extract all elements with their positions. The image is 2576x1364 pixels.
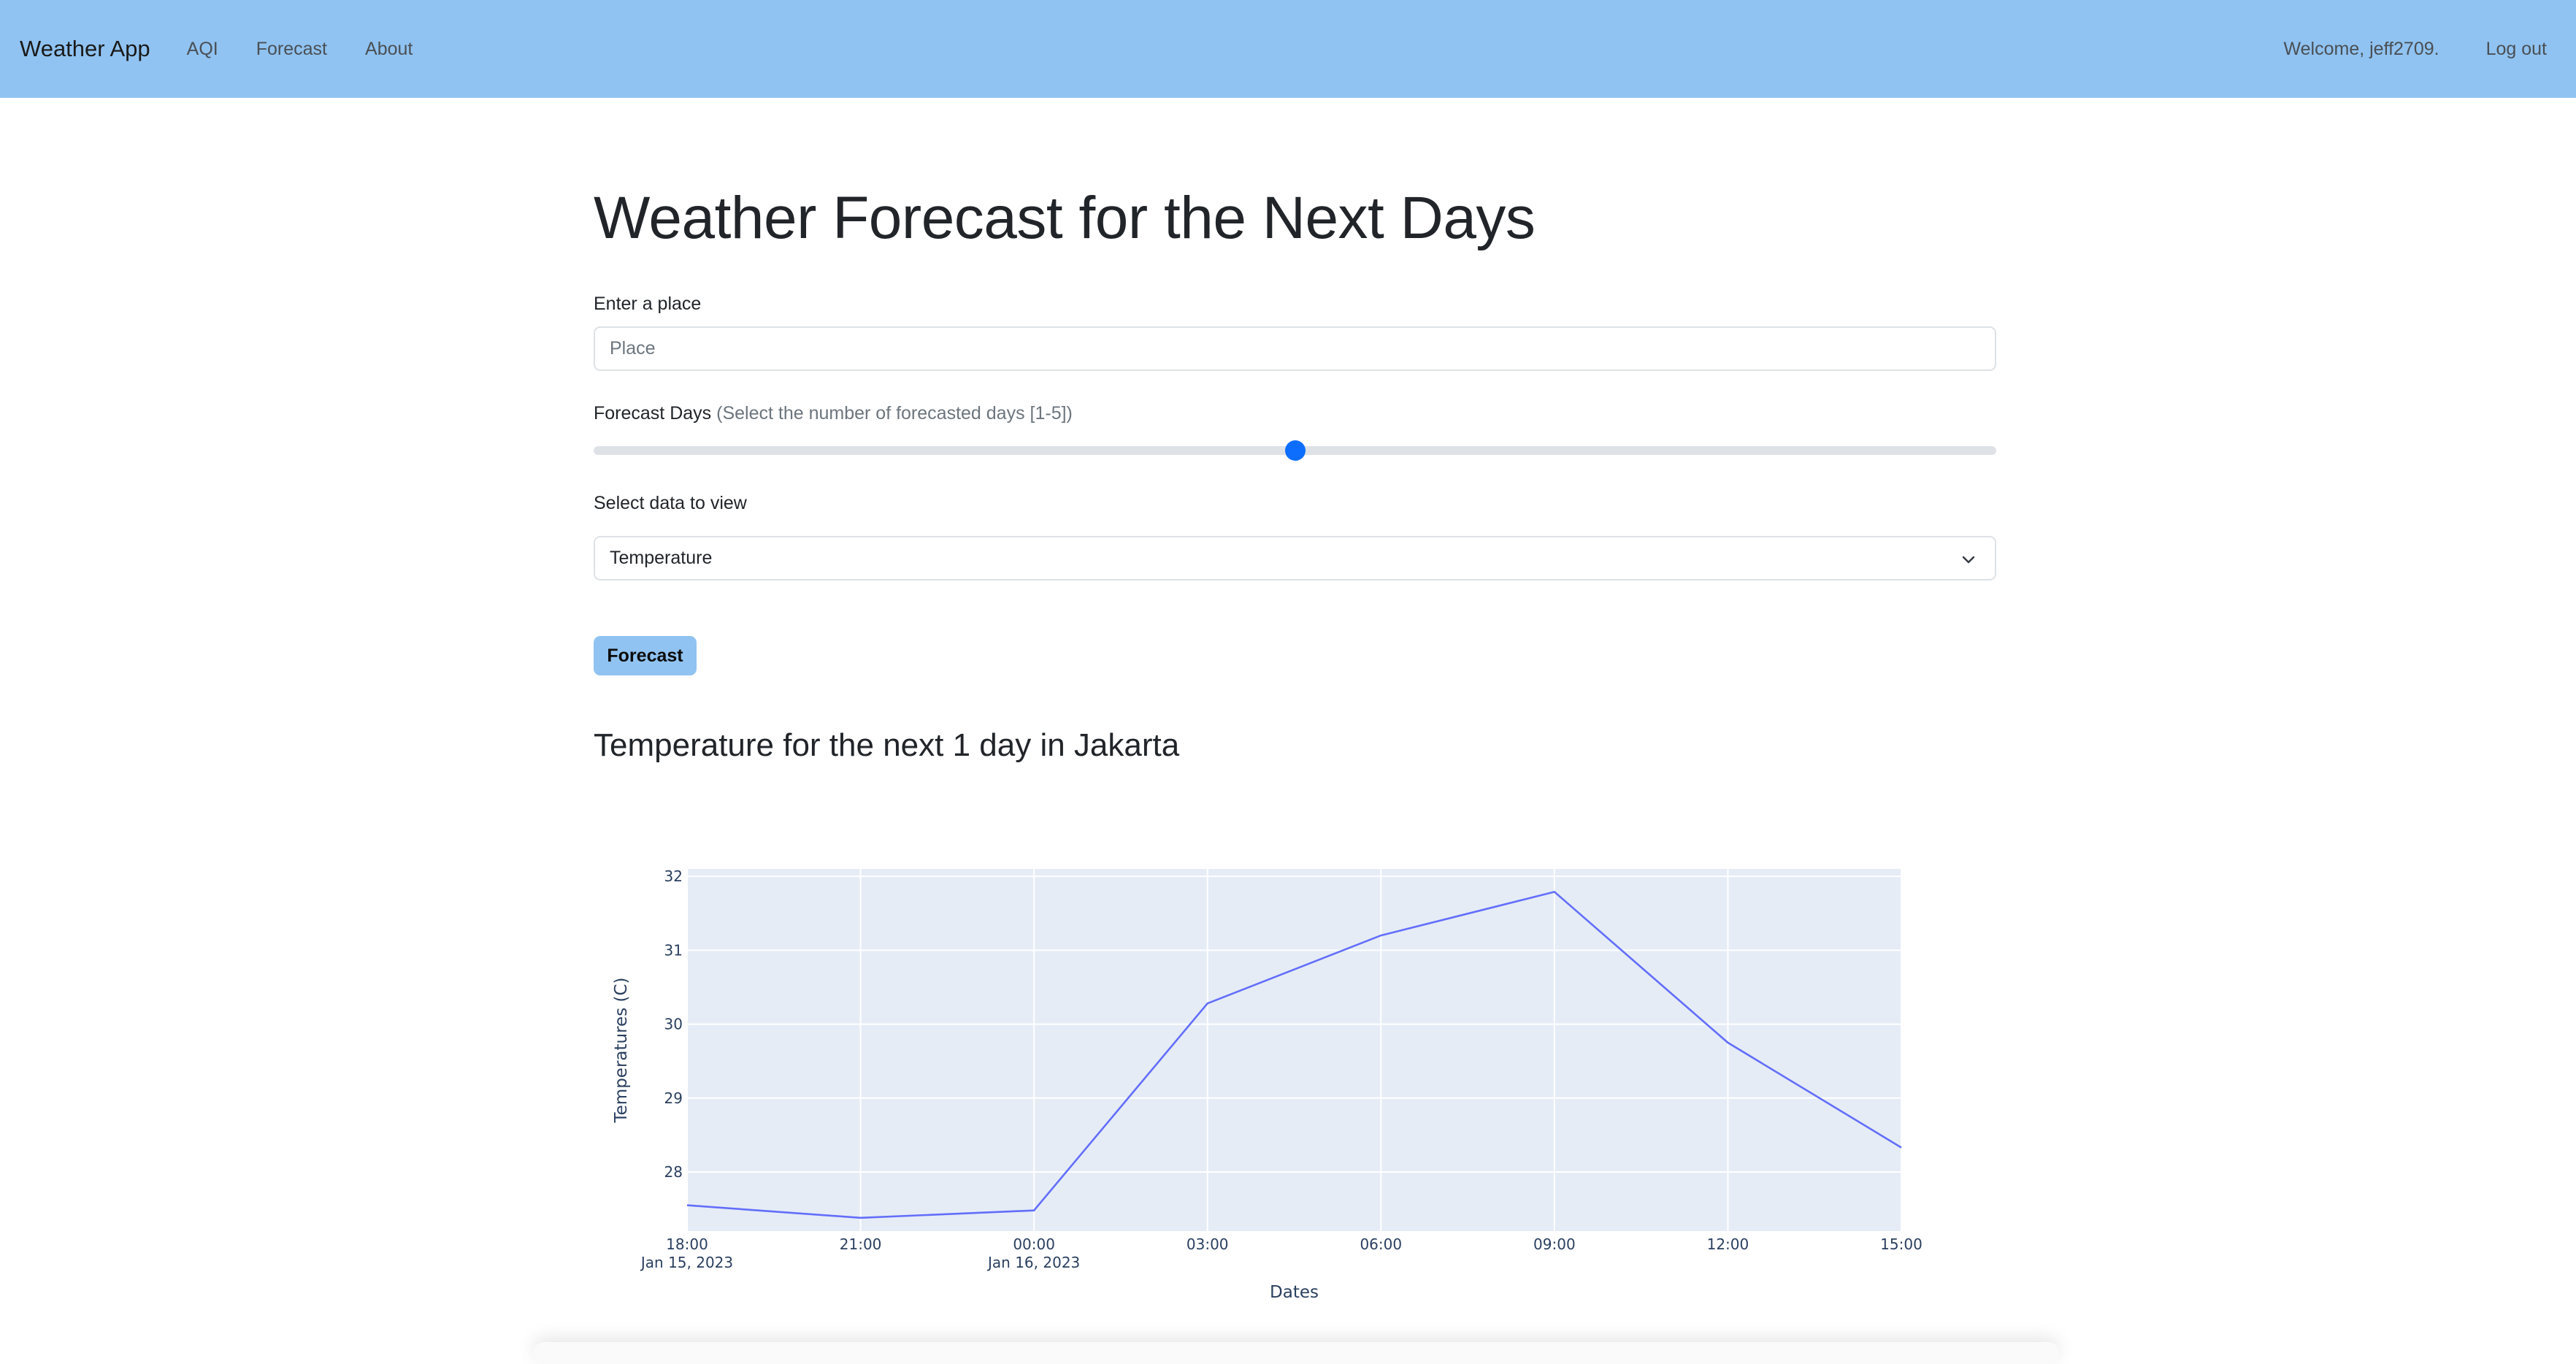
forecast-button[interactable]: Forecast [594,636,697,675]
x-axis-label: Dates [1270,1283,1319,1302]
y-tick-label: 29 [664,1089,683,1107]
forecast-days-label-text: Forecast Days [594,403,712,424]
navbar: Weather App AQI Forecast About Welcome, … [0,0,2576,98]
x-tick-label: 15:00 [1880,1235,1923,1253]
x-tick-label: 09:00 [1533,1235,1576,1253]
page-title: Weather Forecast for the Next Days [594,185,1536,251]
chart-heading: Temperature for the next 1 day in Jakart… [594,727,1180,763]
bottom-card-edge [533,1342,2059,1364]
data-type-select[interactable]: Temperature [594,536,1996,581]
forecast-days-slider-thumb[interactable] [1284,440,1306,461]
x-tick-label: 00:00 [1013,1235,1055,1253]
place-input[interactable] [594,326,1996,371]
temperature-line-chart: 18:00Jan 15, 2023 21:00 00:00Jan 16, 2023 0… [612,867,1923,1302]
data-type-select-value: Temperature [610,548,713,568]
chevron-down-icon [1962,556,1975,564]
x-tick-label: 03:00 [1187,1235,1229,1253]
forecast-days-label: Forecast Days (Select the number of fore… [594,403,1073,424]
x-tick-date-label: Jan 16, 2023 [986,1254,1080,1271]
logout-link[interactable]: Log out [2486,39,2547,60]
x-tick-label: 18:00 [666,1235,708,1253]
nav-link-forecast[interactable]: Forecast [256,39,327,60]
nav-link-about[interactable]: About [365,39,413,60]
y-tick-label: 32 [664,867,683,885]
plot-area [687,869,1901,1231]
welcome-text: Welcome, jeff2709. [2283,38,2439,59]
navbar-right: Welcome, jeff2709. Log out [2283,0,2547,98]
y-tick-label: 31 [664,941,683,959]
y-axis-label: Temperatures (C) [612,978,631,1124]
nav-link-aqi[interactable]: AQI [187,39,218,60]
y-tick-label: 28 [664,1163,683,1181]
brand-link[interactable]: Weather App [20,36,150,62]
x-tick-date-label: Jan 15, 2023 [640,1254,733,1271]
x-tick-label: 12:00 [1707,1235,1749,1253]
y-tick-label: 30 [664,1016,683,1033]
place-label: Enter a place [594,294,702,314]
x-tick-label: 21:00 [840,1235,882,1253]
select-data-label: Select data to view [594,493,747,513]
forecast-days-hint: (Select the number of forecasted days [1… [716,403,1073,424]
x-tick-label: 06:00 [1360,1235,1402,1253]
